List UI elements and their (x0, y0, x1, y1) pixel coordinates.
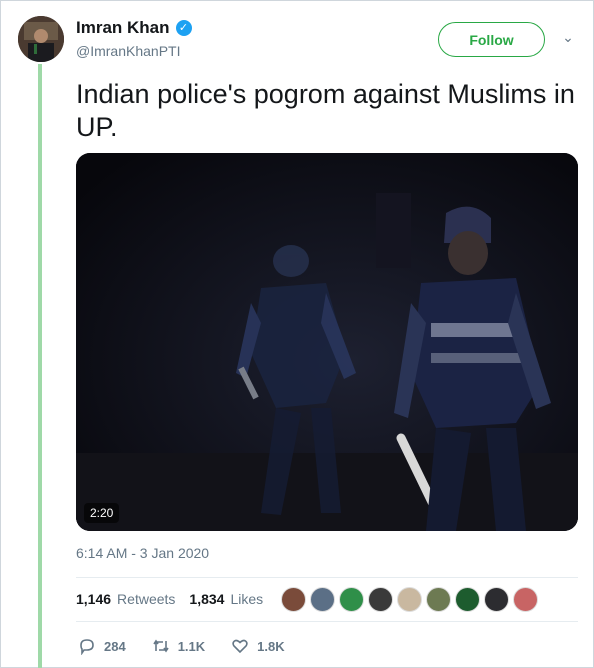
retweet-count: 1.1K (177, 638, 206, 654)
retweets-count[interactable]: 1,146 (76, 591, 111, 607)
reply-button[interactable]: 284 (78, 637, 126, 655)
liker-avatar[interactable] (397, 587, 422, 612)
video-duration: 2:20 (84, 503, 120, 523)
avatar[interactable] (18, 16, 64, 62)
reply-count: 284 (104, 638, 126, 654)
heart-icon (232, 639, 248, 654)
retweet-icon (153, 639, 169, 653)
liker-avatar[interactable] (513, 587, 538, 612)
liker-avatar[interactable] (455, 587, 480, 612)
likers-avatars (281, 587, 542, 612)
like-count: 1.8K (257, 638, 285, 654)
author-handle[interactable]: @ImranKhanPTI (76, 43, 180, 59)
reply-icon (80, 639, 94, 655)
action-bar: 284 1.1K 1.8K (78, 637, 311, 655)
follow-button[interactable]: Follow (438, 22, 545, 57)
video-player[interactable] (76, 153, 578, 531)
divider-bottom (76, 621, 578, 622)
retweets-label[interactable]: Retweets (117, 591, 175, 607)
thread-line (38, 64, 42, 668)
divider-top (76, 577, 578, 578)
liker-avatar[interactable] (368, 587, 393, 612)
like-button[interactable]: 1.8K (231, 637, 285, 655)
likes-count[interactable]: 1,834 (189, 591, 224, 607)
likes-label[interactable]: Likes (230, 591, 263, 607)
engagement-stats: 1,146 Retweets 1,834 Likes (76, 591, 263, 607)
avatar-image (18, 16, 64, 62)
liker-avatar[interactable] (339, 587, 364, 612)
retweet-button[interactable]: 1.1K (152, 637, 205, 655)
liker-avatar[interactable] (281, 587, 306, 612)
liker-avatar[interactable] (426, 587, 451, 612)
chevron-down-icon[interactable]: ⌄ (560, 30, 576, 46)
author-name[interactable]: Imran Khan (76, 18, 170, 38)
tweet-timestamp[interactable]: 6:14 AM - 3 Jan 2020 (76, 545, 209, 561)
liker-avatar[interactable] (484, 587, 509, 612)
liker-avatar[interactable] (310, 587, 335, 612)
tweet-text: Indian police's pogrom against Muslims i… (76, 79, 575, 142)
video-frame (76, 153, 578, 531)
verified-badge-icon: ✓ (175, 20, 192, 36)
